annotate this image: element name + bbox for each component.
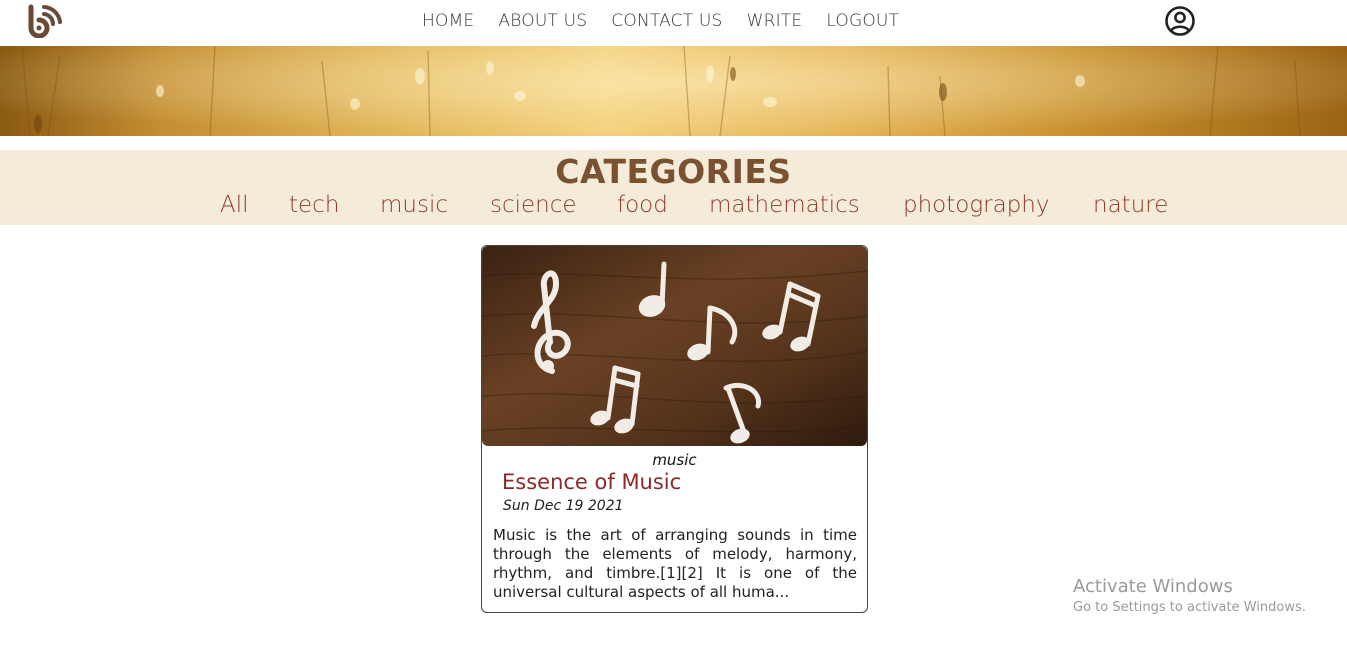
- category-science[interactable]: science: [490, 192, 577, 218]
- blog-rss-logo-icon[interactable]: [26, 4, 64, 38]
- categories-title: CATEGORIES: [555, 152, 792, 191]
- watermark-subtitle: Go to Settings to activate Windows.: [1073, 600, 1306, 615]
- nav-about-us[interactable]: ABOUT US: [498, 10, 587, 32]
- category-music[interactable]: music: [380, 192, 448, 218]
- category-photography[interactable]: photography: [903, 192, 1049, 218]
- category-nature[interactable]: nature: [1093, 192, 1168, 218]
- categories-section: CATEGORIES All tech music science food m…: [0, 150, 1347, 225]
- top-bar: HOME ABOUT US CONTACT US WRITE LOGOUT: [0, 0, 1347, 46]
- user-circle-icon[interactable]: [1164, 5, 1196, 37]
- category-food[interactable]: food: [617, 192, 668, 218]
- nav-home[interactable]: HOME: [422, 10, 474, 32]
- post-card[interactable]: music Essence of Music Sun Dec 19 2021 M…: [481, 245, 868, 613]
- post-image[interactable]: [482, 246, 867, 446]
- category-all[interactable]: All: [220, 192, 249, 218]
- category-tech[interactable]: tech: [289, 192, 339, 218]
- category-mathematics[interactable]: mathematics: [709, 192, 860, 218]
- post-date: Sun Dec 19 2021: [503, 498, 624, 514]
- nav-write[interactable]: WRITE: [747, 10, 803, 32]
- post-excerpt: Music is the art of arranging sounds in …: [493, 526, 857, 601]
- main-nav: HOME ABOUT US CONTACT US WRITE LOGOUT: [422, 10, 923, 32]
- hero-banner-image: [0, 46, 1347, 136]
- post-title[interactable]: Essence of Music: [502, 470, 681, 494]
- post-category[interactable]: music: [482, 451, 867, 469]
- nav-contact-us[interactable]: CONTACT US: [611, 10, 722, 32]
- watermark-title: Activate Windows: [1073, 576, 1233, 597]
- windows-activation-watermark: Activate Windows Go to Settings to activ…: [1073, 576, 1306, 615]
- nav-logout[interactable]: LOGOUT: [826, 10, 899, 32]
